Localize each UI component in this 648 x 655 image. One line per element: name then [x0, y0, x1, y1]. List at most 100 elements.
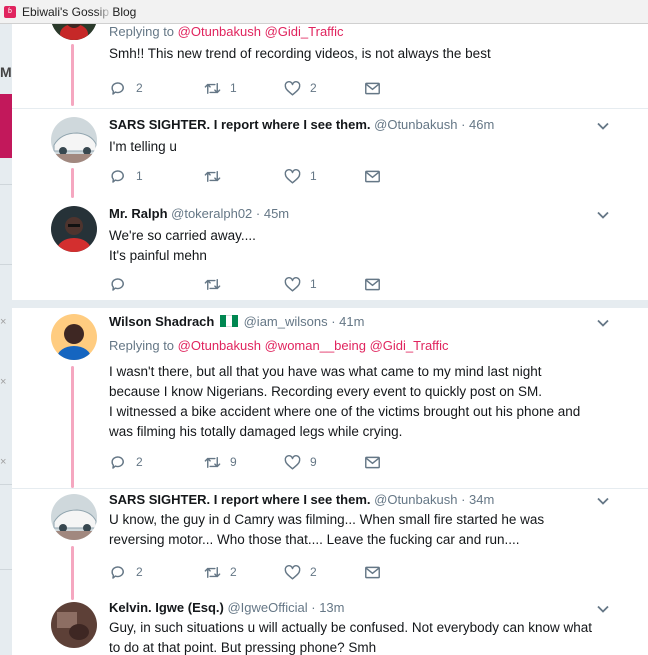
avatar[interactable]	[51, 117, 97, 163]
thread-connector	[71, 168, 74, 198]
reply-icon	[111, 455, 124, 469]
mention-link[interactable]: @Otunbakush	[178, 24, 261, 39]
retweet-icon	[204, 278, 221, 290]
like-icon	[284, 564, 301, 580]
replying-to: Replying to @Otunbakush @woman__being @G…	[109, 338, 449, 353]
mention-link[interactable]: @Otunbakush	[178, 338, 261, 353]
reply-icon	[111, 565, 124, 579]
tweet-header: Mr. Ralph @tokeralph02 · 45m	[109, 206, 289, 221]
retweet-icon	[204, 170, 221, 182]
background-red-banner	[0, 94, 12, 158]
author-name[interactable]: Mr. Ralph	[109, 206, 168, 221]
avatar[interactable]	[51, 24, 97, 40]
avatar[interactable]	[51, 206, 97, 252]
tweet-text: I wasn't there, but all that you have wa…	[109, 364, 581, 439]
author-handle[interactable]: @iam_wilsons	[244, 314, 328, 329]
direct-message-button[interactable]	[363, 274, 382, 294]
thread-connector	[71, 546, 74, 600]
tweet[interactable]: SARS SIGHTER. I report where I see them.…	[12, 108, 648, 198]
tweet[interactable]: Mr. Ralph @tokeralph02 · 45m We're so ca…	[12, 198, 648, 300]
chevron-down-icon[interactable]	[596, 602, 610, 616]
thread-separator	[12, 300, 648, 308]
author-handle[interactable]: @IgweOfficial	[227, 600, 307, 615]
reply-count: 2	[136, 565, 143, 579]
tab-title: Ebiwali's Gossip Blog	[22, 4, 137, 19]
like-count: 2	[310, 565, 317, 579]
retweet-button[interactable]: 9	[203, 452, 237, 472]
background-close-icon: ×	[0, 376, 7, 388]
message-icon	[365, 566, 380, 578]
retweet-button[interactable]: 2	[203, 562, 237, 582]
avatar[interactable]	[51, 602, 97, 648]
thread-connector	[71, 44, 74, 106]
reply-icon	[111, 169, 124, 183]
author-name[interactable]: SARS SIGHTER. I report where I see them.	[109, 117, 371, 132]
direct-message-button[interactable]	[363, 452, 382, 472]
author-handle[interactable]: @Otunbakush	[374, 492, 457, 507]
chevron-down-icon[interactable]	[596, 119, 610, 133]
like-count: 9	[310, 455, 317, 469]
like-button[interactable]: 1	[283, 274, 317, 294]
message-icon	[365, 170, 380, 182]
reply-icon	[111, 277, 124, 291]
like-icon	[284, 276, 301, 292]
tweet-timestamp[interactable]: · 45m	[256, 206, 289, 221]
direct-message-button[interactable]	[363, 166, 382, 186]
reply-button[interactable]: 2	[109, 452, 143, 472]
retweet-icon	[204, 82, 221, 94]
direct-message-button[interactable]	[363, 78, 382, 98]
retweet-count: 1	[230, 81, 237, 95]
mention-link[interactable]: @woman__being	[265, 338, 366, 353]
retweet-button[interactable]: 1	[203, 78, 237, 98]
author-name[interactable]: Wilson Shadrach	[109, 314, 214, 329]
background-close-icon: ×	[0, 316, 7, 328]
message-icon	[365, 456, 380, 468]
tweet[interactable]: Wilson Shadrach @iam_wilsons · 41m Reply…	[12, 308, 648, 488]
reply-count: 2	[136, 455, 143, 469]
reply-button[interactable]: 2	[109, 562, 143, 582]
like-button[interactable]: 1	[283, 166, 317, 186]
reply-icon	[111, 81, 124, 95]
tweet[interactable]: SARS SIGHTER. I report where I see them.…	[12, 488, 648, 600]
like-button[interactable]: 2	[283, 562, 317, 582]
tweet-timestamp[interactable]: · 41m	[331, 314, 364, 329]
retweet-icon	[204, 456, 221, 468]
chevron-down-icon[interactable]	[596, 494, 610, 508]
avatar[interactable]	[51, 314, 97, 360]
avatar[interactable]	[51, 494, 97, 540]
like-button[interactable]: 2	[283, 78, 317, 98]
background-close-icon: ×	[0, 456, 7, 468]
author-name[interactable]: Kelvin. Igwe (Esq.)	[109, 600, 224, 615]
tweet-timestamp[interactable]: · 13m	[311, 600, 344, 615]
retweet-button[interactable]	[203, 274, 230, 294]
like-button[interactable]: 9	[283, 452, 317, 472]
retweet-count: 2	[230, 565, 237, 579]
chevron-down-icon[interactable]	[596, 208, 610, 222]
tweet-header: Kelvin. Igwe (Esq.) @IgweOfficial · 13m	[109, 600, 345, 615]
tweet-timestamp[interactable]: · 46m	[461, 117, 494, 132]
replying-to: Replying to @Otunbakush @Gidi_Traffic	[109, 24, 344, 39]
mention-link[interactable]: @Gidi_Traffic	[265, 24, 344, 39]
tweet-timestamp[interactable]: · 34m	[461, 492, 494, 507]
like-icon	[284, 454, 301, 470]
like-icon	[284, 168, 301, 184]
tweet-header: SARS SIGHTER. I report where I see them.…	[109, 117, 494, 132]
thread-connector	[71, 366, 74, 488]
tweet-header: SARS SIGHTER. I report where I see them.…	[109, 492, 494, 507]
like-count: 1	[310, 169, 317, 183]
reply-button[interactable]	[109, 274, 136, 294]
author-name[interactable]: SARS SIGHTER. I report where I see them.	[109, 492, 371, 507]
mention-link[interactable]: @Gidi_Traffic	[370, 338, 449, 353]
browser-tab[interactable]: ɓ Ebiwali's Gossip Blog	[0, 0, 648, 24]
tweet[interactable]: Kelvin. Igwe (Esq.) @IgweOfficial · 13m …	[12, 600, 648, 655]
chevron-down-icon[interactable]	[596, 316, 610, 330]
reply-count: 1	[136, 169, 143, 183]
author-handle[interactable]: @tokeralph02	[171, 206, 252, 221]
tweet[interactable]: Replying to @Otunbakush @Gidi_Traffic Sm…	[12, 24, 648, 108]
reply-button[interactable]: 2	[109, 78, 143, 98]
tweet-text: We're so carried away.... It's painful m…	[109, 228, 256, 263]
reply-button[interactable]: 1	[109, 166, 143, 186]
author-handle[interactable]: @Otunbakush	[374, 117, 457, 132]
retweet-button[interactable]	[203, 166, 230, 186]
direct-message-button[interactable]	[363, 562, 382, 582]
